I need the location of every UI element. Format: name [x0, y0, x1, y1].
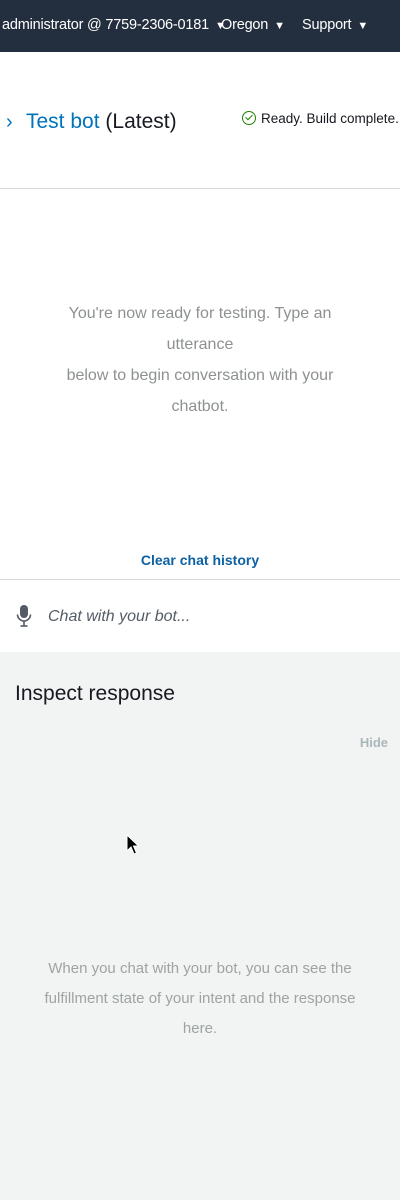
support-label: Support	[302, 17, 352, 33]
panel-title: Test bot (Latest)	[26, 110, 177, 134]
check-circle-icon	[242, 111, 256, 125]
mouse-pointer-icon	[126, 834, 139, 855]
chat-input-bar	[0, 579, 400, 653]
chat-empty-message: You're now ready for testing. Type an ut…	[40, 298, 360, 422]
clear-chat-history-label: Clear chat history	[140, 552, 260, 568]
account-label: administrator @ 7759-2306-0181	[2, 17, 210, 33]
chat-empty-line-1: You're now ready for testing. Type an ut…	[68, 305, 332, 353]
build-status: Ready. Build complete.	[242, 111, 399, 126]
top-navigation-bar: administrator @ 7759-2306-0181 ▼ Oregon ▼ …	[0, 0, 400, 52]
chevron-right-icon[interactable]: ›	[6, 111, 13, 134]
microphone-icon[interactable]	[16, 604, 32, 628]
support-menu[interactable]: Support ▼	[302, 17, 368, 33]
region-caret-icon: ▼	[274, 20, 285, 32]
support-caret-icon: ▼	[357, 20, 369, 32]
chat-conversation-area: You're now ready for testing. Type an ut…	[0, 189, 400, 579]
region-menu[interactable]: Oregon ▼	[221, 17, 285, 33]
inspect-empty-line-2: fulfillment state of your intent and the…	[44, 990, 356, 1037]
inspect-response-title: Inspect response	[15, 682, 175, 705]
chat-input[interactable]	[46, 600, 380, 634]
clear-chat-history-link[interactable]: Clear chat history	[0, 552, 400, 568]
build-status-text: Ready. Build complete.	[261, 111, 399, 126]
inspect-empty-message: When you chat with your bot, you can see…	[40, 954, 360, 1044]
region-label: Oregon	[221, 17, 269, 33]
hide-inspect-link[interactable]: Hide	[360, 735, 388, 750]
bot-name-link[interactable]: Test bot	[26, 110, 100, 133]
test-bot-header: › Test bot (Latest) Ready. Build complet…	[0, 52, 400, 189]
inspect-empty-line-1: When you chat with your bot, you can see…	[48, 960, 352, 977]
chat-empty-line-2: below to begin conversation with your ch…	[66, 367, 334, 415]
bot-version: (Latest)	[105, 110, 177, 133]
account-menu[interactable]: administrator @ 7759-2306-0181 ▼	[2, 17, 226, 33]
inspect-response-panel: Inspect response Hide When you chat with…	[0, 652, 400, 1200]
